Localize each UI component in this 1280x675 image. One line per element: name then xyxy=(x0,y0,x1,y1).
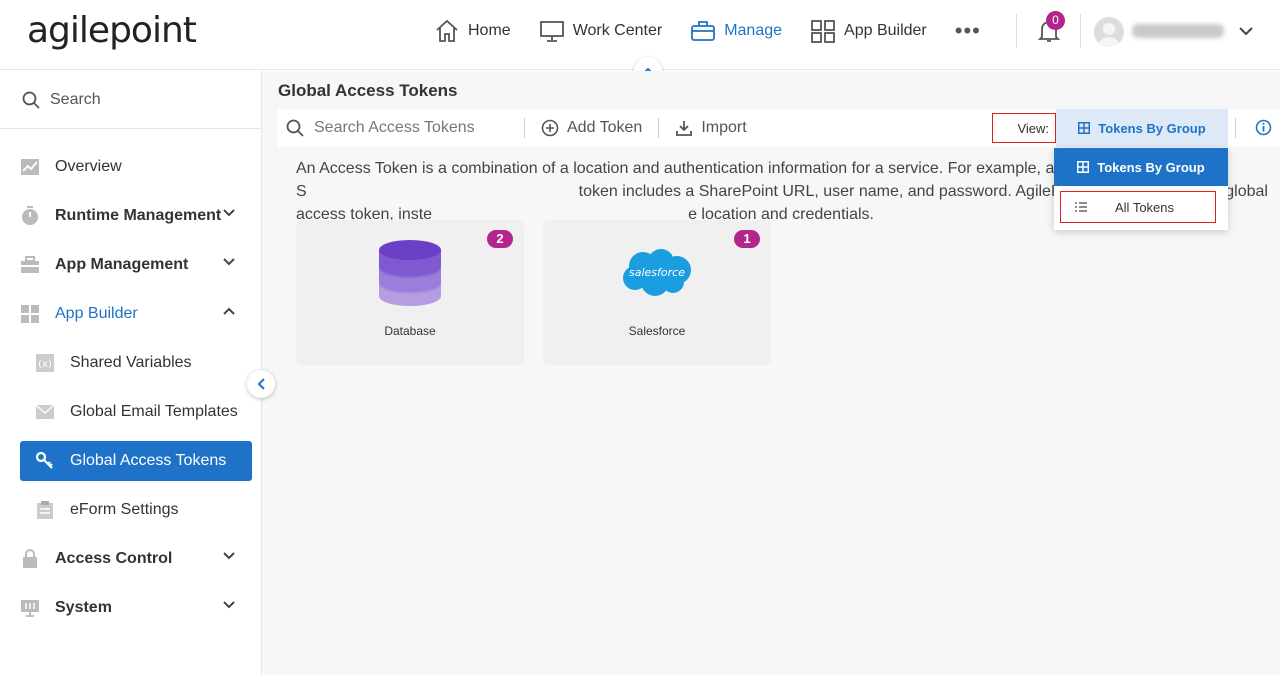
dropdown-option-all-tokens[interactable]: All Tokens xyxy=(1060,191,1216,223)
info-icon[interactable] xyxy=(1255,119,1272,141)
card-label: Salesforce xyxy=(628,324,686,338)
svg-text:salesforce: salesforce xyxy=(629,266,685,279)
chevron-up-icon xyxy=(223,307,235,315)
download-icon xyxy=(676,121,693,136)
sidebar-item-runtime-management[interactable]: Runtime Management xyxy=(20,196,252,236)
sidebar-item-system[interactable]: System xyxy=(20,588,252,628)
nav-app-builder-label: App Builder xyxy=(844,22,927,39)
svg-text:(x): (x) xyxy=(38,359,52,370)
list-icon xyxy=(1075,202,1087,212)
view-select-value: Tokens By Group xyxy=(1098,120,1206,136)
stopwatch-icon xyxy=(20,206,40,226)
chevron-down-icon xyxy=(223,552,235,560)
import-label: Import xyxy=(701,119,747,136)
card-label: Database xyxy=(384,324,436,338)
sidebar-item-shared-variables[interactable]: (x) Shared Variables xyxy=(20,343,252,383)
plus-circle-icon xyxy=(541,119,559,137)
sidebar-search-placeholder: Search xyxy=(50,90,101,108)
sidebar-search[interactable]: Search xyxy=(0,71,261,129)
page-title: Global Access Tokens xyxy=(278,81,458,100)
sidebar-item-eform-settings[interactable]: eForm Settings xyxy=(20,490,252,530)
view-dropdown-menu: Tokens By Group All Tokens xyxy=(1054,148,1228,230)
nav-work-center[interactable]: Work Center xyxy=(539,19,663,43)
dropdown-option-label: Tokens By Group xyxy=(1097,159,1205,175)
sidebar-item-app-management[interactable]: App Management xyxy=(20,245,252,285)
dropdown-option-label: All Tokens xyxy=(1115,199,1175,215)
grid-small-icon xyxy=(1077,161,1090,173)
salesforce-logo-icon: salesforce xyxy=(623,249,691,296)
nav-manage-label: Manage xyxy=(724,22,783,39)
top-nav: Home Work Center Manage App Builder ••• xyxy=(434,18,981,44)
dropdown-option-tokens-by-group[interactable]: Tokens By Group xyxy=(1054,148,1228,186)
sidebar-item-label: Global Email Templates xyxy=(70,403,238,420)
more-menu-icon[interactable]: ••• xyxy=(955,18,981,44)
briefcase-icon xyxy=(691,21,716,41)
nav-work-center-label: Work Center xyxy=(572,22,663,39)
search-icon xyxy=(22,91,40,109)
nav-manage[interactable]: Manage xyxy=(690,19,782,43)
key-icon xyxy=(35,451,55,471)
chevron-down-icon[interactable] xyxy=(1238,24,1254,43)
sidebar-item-overview[interactable]: Overview xyxy=(20,147,252,187)
sidebar-item-label: App Management xyxy=(55,256,189,273)
nav-home-label: Home xyxy=(468,22,511,39)
add-token-label: Add Token xyxy=(567,119,643,136)
view-label: View: xyxy=(992,113,1056,143)
chart-icon xyxy=(20,157,40,177)
header-divider xyxy=(1016,14,1017,48)
grid-small-icon xyxy=(1078,122,1091,134)
lock-icon xyxy=(20,549,40,569)
home-icon xyxy=(436,19,458,42)
token-group-card-database[interactable]: 2 Database xyxy=(296,220,524,365)
sidebar-item-global-email-templates[interactable]: Global Email Templates xyxy=(20,392,252,432)
chevron-down-icon xyxy=(223,258,235,266)
sidebar: Search Overview Runtime Management App M… xyxy=(0,71,262,675)
avatar[interactable] xyxy=(1094,17,1124,47)
sidebar-item-label: App Builder xyxy=(55,305,138,322)
toolbar: Search Access Tokens Add Token Import Vi… xyxy=(278,109,1280,147)
agilepoint-logo[interactable]: agilepoint xyxy=(27,10,197,51)
add-token-button[interactable]: Add Token xyxy=(525,119,658,137)
sidebar-item-label: System xyxy=(55,599,112,616)
token-count-badge: 1 xyxy=(734,230,760,248)
token-count-badge: 2 xyxy=(487,230,513,248)
sidebar-item-global-access-tokens[interactable]: Global Access Tokens xyxy=(20,441,252,481)
sidebar-item-label: Access Control xyxy=(55,550,173,567)
nav-home[interactable]: Home xyxy=(434,19,511,43)
envelope-icon xyxy=(35,402,55,422)
database-icon xyxy=(379,240,441,306)
chevron-left-icon xyxy=(257,378,265,390)
sidebar-item-label: Global Access Tokens xyxy=(70,452,227,469)
token-group-card-salesforce[interactable]: salesforce 1 Salesforce xyxy=(543,220,771,365)
search-icon xyxy=(286,119,304,137)
import-button[interactable]: Import xyxy=(659,119,762,137)
app-builder-icon xyxy=(20,304,40,324)
system-icon xyxy=(20,598,40,618)
sidebar-item-app-builder[interactable]: App Builder xyxy=(20,294,252,334)
view-select-dropdown[interactable]: Tokens By Group xyxy=(1056,109,1228,147)
toolbar-divider xyxy=(1235,118,1236,138)
notification-count-badge: 0 xyxy=(1046,11,1065,30)
grid-icon xyxy=(811,20,835,43)
search-access-tokens-input[interactable]: Search Access Tokens xyxy=(278,119,524,137)
toolbox-icon xyxy=(20,255,40,275)
header-divider xyxy=(1080,14,1081,48)
chevron-down-icon xyxy=(223,209,235,217)
chevron-down-icon xyxy=(223,601,235,609)
collapse-sidebar-button[interactable] xyxy=(247,370,275,398)
sidebar-item-label: Shared Variables xyxy=(70,354,192,371)
sidebar-item-label: eForm Settings xyxy=(70,501,179,518)
clipboard-icon xyxy=(35,500,55,520)
nav-app-builder[interactable]: App Builder xyxy=(810,19,927,43)
sidebar-item-label: Runtime Management xyxy=(55,207,222,224)
variable-icon: (x) xyxy=(35,353,55,373)
search-placeholder: Search Access Tokens xyxy=(314,119,475,136)
sidebar-item-label: Overview xyxy=(55,158,122,175)
monitor-icon xyxy=(539,21,564,42)
sidebar-item-access-control[interactable]: Access Control xyxy=(20,539,252,579)
username-blurred[interactable] xyxy=(1132,24,1224,38)
